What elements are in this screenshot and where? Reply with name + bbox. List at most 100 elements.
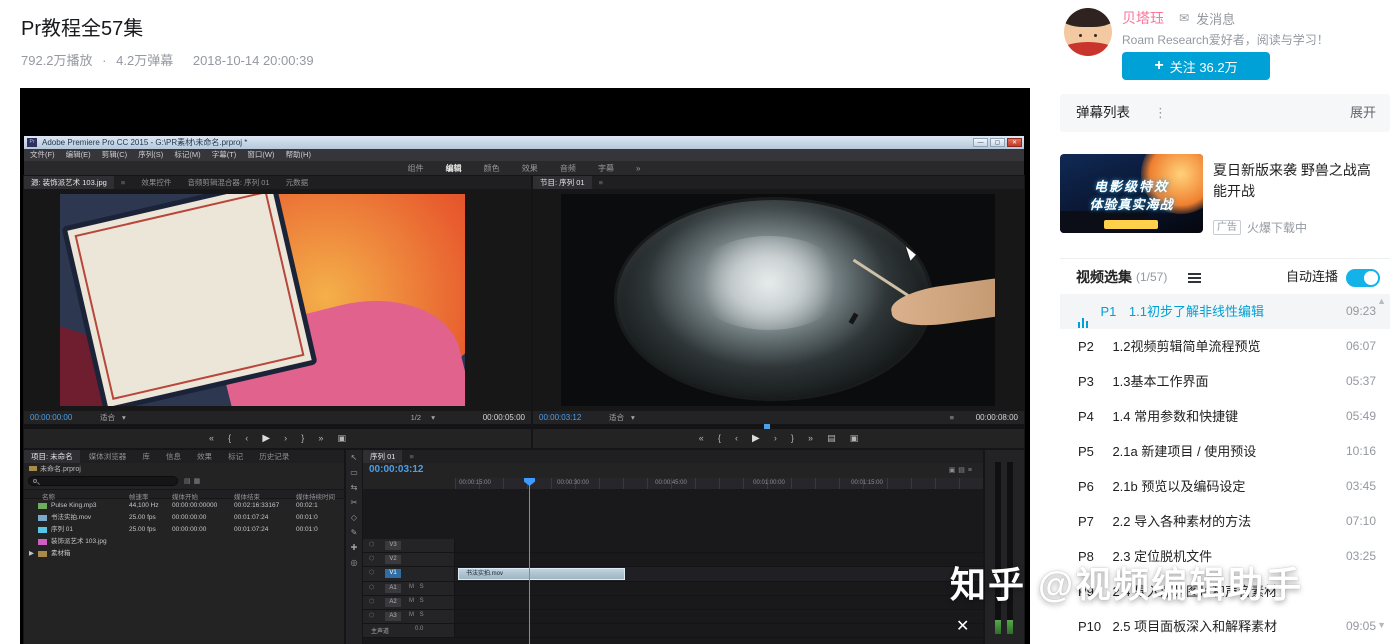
tab-program[interactable]: 节目: 序列 01 (533, 176, 592, 189)
tab-media-browser[interactable]: 媒体浏览器 (82, 450, 134, 463)
panel-menu-icon[interactable]: ≡ (114, 176, 132, 189)
track-a1[interactable]: ⬡ A1 M S (363, 582, 983, 596)
workspace-titles[interactable]: 字幕 (598, 164, 614, 173)
track-chip-v1[interactable]: V1 (385, 569, 401, 578)
playlist-item-8[interactable]: P8 2.3 定位脱机文件 03:25 (1060, 539, 1390, 574)
panel-menu-icon[interactable]: ≡ (402, 450, 420, 463)
menu-clip[interactable]: 剪辑(C) (102, 150, 127, 159)
project-row-image[interactable]: 装饰派艺术 103.jpg (24, 536, 344, 548)
autoplay-toggle[interactable] (1346, 269, 1380, 287)
ad-title-line2[interactable]: 能开战 (1213, 181, 1393, 202)
minimize-button[interactable]: — (973, 138, 988, 147)
send-message-link[interactable]: 发消息 (1196, 9, 1235, 28)
project-row-sequence[interactable]: 序列 01 25.00 fps 00:00:00:00 00:01:07:24 … (24, 524, 344, 536)
chevron-down-icon[interactable]: ▾ (122, 411, 126, 424)
tab-source[interactable]: 源: 装饰派艺术 103.jpg (24, 176, 114, 189)
uploader-avatar[interactable] (1064, 8, 1112, 56)
menu-help[interactable]: 帮助(H) (286, 150, 311, 159)
settings-icon[interactable]: ≡ (950, 411, 954, 424)
track-master[interactable]: 主声道 0.0 (363, 624, 983, 638)
lock-icon[interactable]: ⬡ (369, 569, 374, 576)
workspace-audio[interactable]: 音频 (560, 164, 576, 173)
ad-thumbnail[interactable]: 电影级特效 体验真实海战 (1060, 154, 1203, 233)
mute-solo-buttons[interactable]: M S (409, 598, 426, 604)
export-frame-icon[interactable]: ▣ (850, 433, 859, 443)
timeline-toolbar-icons[interactable]: ▣▤≡ (949, 466, 975, 474)
tab-info[interactable]: 信息 (159, 450, 188, 463)
mark-out-icon[interactable]: } (301, 433, 304, 443)
project-row-bin[interactable]: ▶ 素材箱 (24, 548, 344, 560)
tab-history[interactable]: 历史记录 (252, 450, 296, 463)
tab-metadata[interactable]: 元数据 (279, 176, 316, 189)
view-toggle-icons[interactable]: ▤▦ (184, 477, 203, 485)
lock-icon[interactable]: ⬡ (369, 541, 374, 548)
selection-tool-icon[interactable]: ↖ (346, 450, 362, 465)
track-v2[interactable]: ⬡ V2 (363, 553, 983, 567)
playlist-item-4[interactable]: P4 1.4 常用参数和快捷键 05:49 (1060, 399, 1390, 434)
panel-menu-icon[interactable]: ≡ (592, 176, 610, 189)
track-chip-a2[interactable]: A2 (385, 598, 401, 607)
pen-tool-icon[interactable]: ✎ (346, 525, 362, 540)
menu-title[interactable]: 字幕(T) (212, 150, 237, 159)
scroll-up-icon[interactable]: ▲ (1377, 296, 1386, 306)
track-chip-v3[interactable]: V3 (385, 541, 401, 550)
chevron-down-icon[interactable]: ▾ (431, 411, 435, 424)
tab-sequence[interactable]: 序列 01 (363, 450, 403, 463)
tab-effects[interactable]: 效果 (190, 450, 219, 463)
step-back-icon[interactable]: ‹ (245, 433, 248, 443)
razor-tool-icon[interactable]: ✂ (346, 495, 362, 510)
go-to-out-icon[interactable]: » (318, 433, 323, 443)
mark-in-icon[interactable]: { (228, 433, 231, 443)
zoom-tool-icon[interactable]: ◎ (346, 555, 362, 570)
more-options-icon[interactable]: ⋮ (1154, 94, 1167, 132)
track-chip-a1[interactable]: A1 (385, 584, 401, 593)
track-chip-v2[interactable]: V2 (385, 555, 401, 564)
playlist-item-9[interactable]: P9 2.4 导入序列图片和声音素材 (1060, 574, 1390, 609)
follow-button[interactable]: + 关注 36.2万 (1122, 52, 1270, 80)
playlist-item-5[interactable]: P5 2.1a 新建项目 / 使用预设 10:16 (1060, 434, 1390, 469)
lift-icon[interactable]: ▤ (827, 433, 836, 443)
step-forward-icon[interactable]: › (284, 433, 287, 443)
tab-project[interactable]: 项目: 未命名 (24, 450, 80, 463)
project-row-audio[interactable]: Pulse King.mp3 44,100 Hz 00:00:00:00000 … (24, 500, 344, 512)
mute-solo-buttons[interactable]: M S (409, 612, 426, 618)
menu-marker[interactable]: 标记(M) (174, 150, 200, 159)
tab-markers[interactable]: 标记 (221, 450, 250, 463)
mark-in-icon[interactable]: { (718, 433, 721, 443)
expand-arrow-icon[interactable]: ▶ (29, 548, 34, 560)
workspace-assembly[interactable]: 组件 (407, 164, 423, 173)
track-v3[interactable]: ⬡ V3 (363, 539, 983, 553)
source-zoom-dropdown[interactable]: 1/2 (411, 411, 421, 424)
overlay-close-icon[interactable]: ✕ (956, 616, 969, 636)
source-fit-dropdown[interactable]: 适合 (100, 411, 115, 424)
menu-file[interactable]: 文件(F) (30, 150, 55, 159)
track-v1[interactable]: ⬡ V1 书法实拍.mov (363, 567, 983, 582)
expand-button[interactable]: 展开 (1350, 94, 1376, 132)
lock-icon[interactable]: ⬡ (369, 612, 374, 619)
playlist-item-2[interactable]: P2 1.2视频剪辑简单流程预览 06:07 (1060, 329, 1390, 364)
tab-effect-controls[interactable]: 效果控件 (134, 176, 178, 189)
go-to-in-icon[interactable]: « (209, 433, 214, 443)
track-a3[interactable]: ⬡ A3 M S (363, 610, 983, 624)
workspace-effects[interactable]: 效果 (522, 164, 538, 173)
uploader-name[interactable]: 贝塔珏 (1122, 8, 1164, 28)
program-fit-dropdown[interactable]: 适合 (609, 411, 624, 424)
go-to-in-icon[interactable]: « (699, 433, 704, 443)
mark-out-icon[interactable]: } (791, 433, 794, 443)
slip-tool-icon[interactable]: ◇ (346, 510, 362, 525)
track-a2[interactable]: ⬡ A2 M S (363, 596, 983, 610)
play-icon[interactable]: ▶ (752, 433, 760, 444)
lock-icon[interactable]: ⬡ (369, 584, 374, 591)
go-to-out-icon[interactable]: » (808, 433, 813, 443)
video-player[interactable]: Pr Adobe Premiere Pro CC 2015 - G:\PR素材\… (20, 88, 1030, 644)
play-icon[interactable]: ▶ (262, 433, 270, 444)
track-select-tool-icon[interactable]: ▭ (346, 465, 362, 480)
workspace-color[interactable]: 颜色 (484, 164, 500, 173)
project-row-video[interactable]: 书法实拍.mov 25.00 fps 00:00:00:00 00:01:07:… (24, 512, 344, 524)
lock-icon[interactable]: ⬡ (369, 555, 374, 562)
menu-window[interactable]: 窗口(W) (247, 150, 274, 159)
step-forward-icon[interactable]: › (774, 433, 777, 443)
timeline-clip[interactable]: 书法实拍.mov (458, 568, 625, 580)
playlist-item-3[interactable]: P3 1.3基本工作界面 05:37 (1060, 364, 1390, 399)
maximize-button[interactable]: ▢ (990, 138, 1005, 147)
